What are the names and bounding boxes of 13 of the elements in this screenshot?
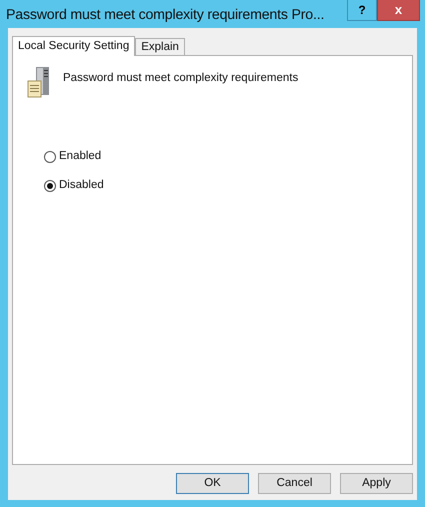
tab[interactable]: Local Security Setting	[12, 36, 136, 56]
help-button[interactable]: ?	[347, 0, 377, 21]
dialog-button[interactable]: OK	[176, 473, 249, 494]
window-title: Password must meet complexity requirements Pro...	[5, 6, 326, 25]
dialog-button[interactable]: Apply	[340, 473, 413, 494]
dialog-button[interactable]: Cancel	[258, 473, 331, 494]
close-button[interactable]: x	[377, 0, 420, 21]
radio-button[interactable]	[44, 150, 56, 163]
tab[interactable]: Explain	[135, 38, 185, 55]
policy-name: Password must meet complexity requirements	[62, 71, 298, 86]
radio-label[interactable]: Disabled	[59, 177, 104, 194]
radio-button[interactable]	[44, 180, 56, 192]
radio-label[interactable]: Enabled	[59, 148, 102, 166]
